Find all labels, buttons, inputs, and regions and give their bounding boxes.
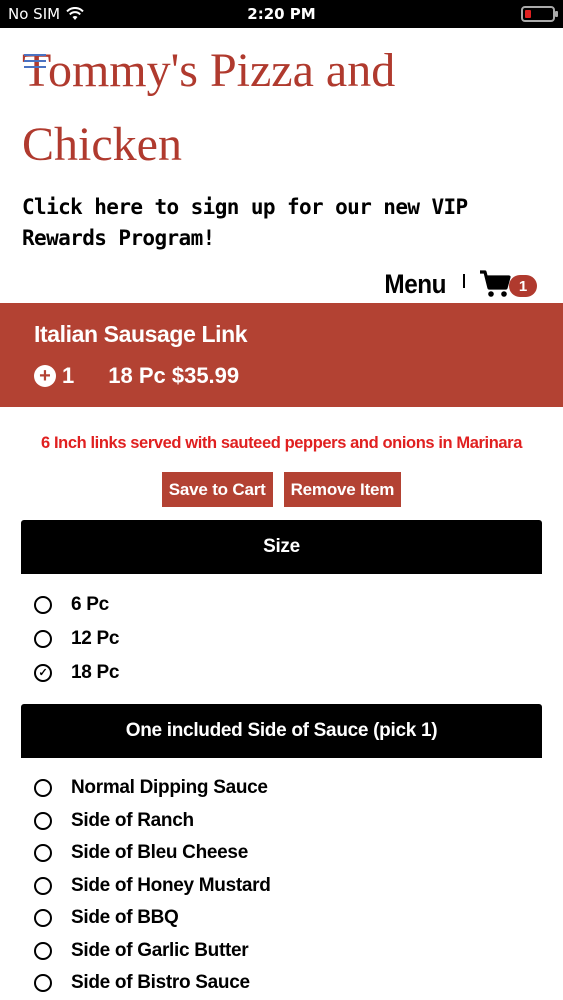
option-label: Normal Dipping Sauce — [71, 777, 268, 799]
status-time: 2:20 PM — [247, 5, 316, 23]
radio-unchecked-icon[interactable] — [34, 974, 52, 993]
sauce-option-bistro[interactable]: Side of Bistro Sauce — [34, 967, 534, 1000]
battery-icon — [521, 6, 558, 22]
sauce-option-normal-dipping[interactable]: Normal Dipping Sauce — [34, 772, 534, 805]
sauce-option-ranch[interactable]: Side of Ranch — [34, 805, 534, 838]
item-banner: Italian Sausage Link + 1 18 Pc $35.99 — [0, 303, 563, 407]
radio-unchecked-icon[interactable] — [34, 630, 52, 648]
cart-count-badge: 1 — [509, 275, 537, 297]
menu-link[interactable]: Menu — [384, 269, 446, 300]
sauce-section-header: One included Side of Sauce (pick 1) — [21, 704, 542, 758]
item-selection-price: 18 Pc $35.99 — [108, 363, 240, 388]
battery-level — [525, 10, 531, 18]
sauce-option-bbq[interactable]: Side of BBQ — [34, 902, 534, 935]
nav-divider — [463, 274, 465, 288]
option-label: Side of Garlic Butter — [71, 939, 249, 961]
sauce-option-honey-mustard[interactable]: Side of Honey Mustard — [34, 870, 534, 903]
plus-circle-icon[interactable]: + — [34, 365, 56, 387]
option-label: 12 Pc — [71, 628, 120, 649]
radio-unchecked-icon[interactable] — [34, 909, 52, 928]
hamburger-line — [24, 54, 46, 56]
option-label: Side of Honey Mustard — [71, 874, 271, 896]
brand-title[interactable]: Tommy's Pizza and Chicken — [22, 34, 542, 182]
vip-rewards-link[interactable]: Click here to sign up for our new VIP Re… — [22, 192, 522, 254]
cart-icon — [480, 270, 511, 297]
size-section-header: Size — [21, 520, 542, 574]
save-to-cart-button[interactable]: Save to Cart — [161, 472, 273, 507]
option-label: 6 Pc — [71, 594, 109, 615]
option-label: Side of BBQ — [71, 907, 179, 929]
hamburger-line — [24, 60, 46, 62]
item-quantity: 1 — [62, 363, 75, 388]
sauce-option-bleu-cheese[interactable]: Side of Bleu Cheese — [34, 837, 534, 870]
status-bar: No SIM 2:20 PM — [0, 0, 563, 28]
radio-unchecked-icon[interactable] — [34, 779, 52, 798]
option-label: Side of Ranch — [71, 809, 194, 831]
sauce-option-garlic-butter[interactable]: Side of Garlic Butter — [34, 935, 534, 968]
size-option-6pc[interactable]: 6 Pc — [34, 588, 534, 622]
option-label: 18 Pc — [71, 662, 120, 683]
size-option-18pc[interactable]: ✓ 18 Pc — [34, 656, 534, 690]
hamburger-menu-icon[interactable] — [24, 54, 46, 70]
top-nav: Menu 1 — [381, 266, 537, 302]
hamburger-line — [24, 66, 46, 68]
item-quantity-row: + 1 18 Pc $35.99 — [34, 363, 239, 389]
item-name: Italian Sausage Link — [34, 321, 248, 347]
radio-unchecked-icon[interactable] — [34, 596, 52, 614]
radio-unchecked-icon[interactable] — [34, 811, 52, 830]
item-actions: Save to Cart Remove Item — [0, 472, 563, 507]
radio-unchecked-icon[interactable] — [34, 844, 52, 863]
item-description: 6 Inch links served with sauteed peppers… — [41, 434, 522, 452]
radio-checked-icon[interactable]: ✓ — [34, 664, 52, 682]
size-option-12pc[interactable]: 12 Pc — [34, 622, 534, 656]
size-options: 6 Pc 12 Pc ✓ 18 Pc — [34, 588, 534, 690]
option-label: Side of Bleu Cheese — [71, 842, 248, 864]
sauce-options: Normal Dipping Sauce Side of Ranch Side … — [34, 772, 534, 1000]
remove-item-button[interactable]: Remove Item — [283, 472, 402, 507]
radio-unchecked-icon[interactable] — [34, 941, 52, 960]
radio-unchecked-icon[interactable] — [34, 876, 52, 895]
cart-button[interactable]: 1 — [479, 270, 537, 298]
option-label: Side of Bistro Sauce — [71, 972, 250, 994]
